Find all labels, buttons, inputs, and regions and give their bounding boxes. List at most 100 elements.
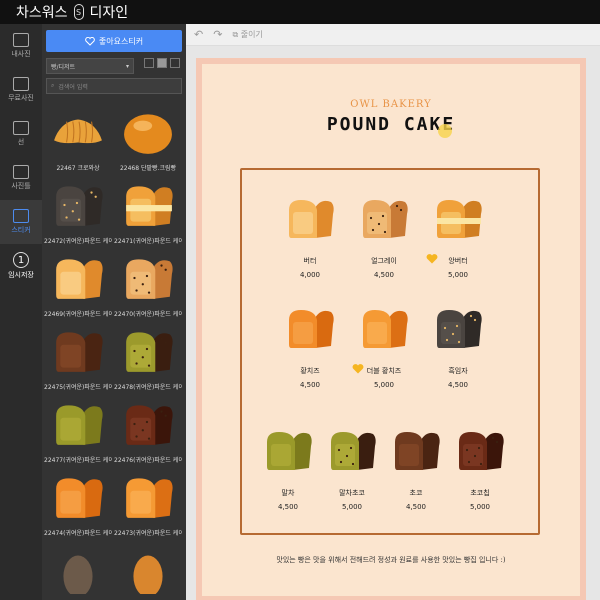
menu-item-price: 4,500: [447, 381, 469, 389]
chevron-down-icon: ▾: [125, 62, 129, 70]
sticker-thumbnail: [126, 259, 173, 299]
rail-item-5[interactable]: 1 임시저장: [0, 244, 42, 288]
rail-item-4[interactable]: 스티커: [0, 200, 42, 244]
app-title-bar: 차스워스 S 디자인: [0, 0, 600, 24]
poster-footer: 맛있는 빵은 맛을 위해서 전해드려 정성과 원료를 사용한 맛있는 빵집 입니…: [276, 556, 506, 564]
menu-item[interactable]: 앙버터 5,000: [430, 194, 486, 279]
heart-badge-icon: [352, 364, 364, 374]
sticker-item[interactable]: 22476(귀여운)파운드 케이크: [114, 398, 182, 473]
sticker-item[interactable]: 22474(귀여운)파운드 케이크: [44, 471, 112, 546]
category-select[interactable]: 빵/디저트 ▾: [46, 58, 134, 74]
poster[interactable]: OWL BAKERY POUND CAKE 버터 4,000 얼그레이 4,500 앙버…: [196, 58, 586, 600]
category-select-value: 빵/디저트: [51, 63, 76, 71]
favorite-stickers-label: 좋아요스티커: [98, 36, 144, 46]
undo-icon[interactable]: ↶: [194, 28, 203, 41]
menu-item[interactable]: 말차초코 5,000: [324, 426, 380, 511]
menu-item[interactable]: 말차 4,500: [260, 426, 316, 511]
sticker-thumbnail: [56, 259, 103, 299]
sticker-item[interactable]: 22469(귀여운)파운드 케이크: [44, 252, 112, 327]
menu-item-price: 5,000: [469, 503, 491, 511]
menu-item-price: 4,500: [299, 381, 321, 389]
sticker-caption: 22467 크로와상: [56, 165, 100, 172]
large-view-icon[interactable]: [170, 58, 180, 68]
menu-item[interactable]: 흑임자 4,500: [430, 304, 486, 389]
sticker-caption: 22474(귀여운)파운드 케이크: [44, 530, 112, 537]
sticker-item[interactable]: 22468 단팥빵.크림빵: [114, 106, 182, 181]
left-rail: 내사진무료사진선사진틀스티커 1 임시저장: [0, 24, 42, 600]
search-input[interactable]: ⌕ 검색어 입력: [46, 78, 182, 94]
menu-item-name: 더블 황치즈: [366, 367, 402, 375]
rail-item-2[interactable]: 선: [0, 112, 42, 156]
sticker-thumbnail: [133, 555, 163, 594]
sticker-thumbnail: [126, 478, 173, 518]
pound-cake-image: [363, 200, 408, 238]
rail-item-3[interactable]: 사진틀: [0, 156, 42, 200]
sticker-item[interactable]: 22473(귀여운)파운드 케이크: [114, 471, 182, 546]
list-view-icon[interactable]: [144, 58, 154, 68]
sticker-caption: 22469(귀여운)파운드 케이크: [44, 311, 112, 318]
capture-button[interactable]: ⧉ 줄이기: [232, 29, 262, 40]
pound-cake-image: [267, 432, 312, 470]
sticker-caption: 22476(귀여운)파운드 케이크: [114, 457, 182, 464]
sticker-item[interactable]: 22471(귀여운)파운드 케이크: [114, 179, 182, 254]
poster-title: POUND CAKE: [326, 114, 456, 135]
pound-cake-image: [459, 432, 504, 470]
sticker-thumbnail: [56, 478, 103, 518]
heart-icon: [85, 36, 95, 46]
menu-item[interactable]: 얼그레이 4,500: [356, 194, 412, 279]
rail-item-label: 내사진: [11, 50, 31, 58]
sticker-thumbnail: [126, 186, 173, 226]
sticker-caption: 22471(귀여운)파운드 케이크: [114, 238, 182, 245]
canvas-area: ↶ ↷ ⧉ 줄이기 OWL BAKERY POUND CAKE 버터 4,000 얼…: [186, 24, 600, 600]
sticker-item[interactable]: [114, 544, 182, 600]
pound-cake-image: [331, 432, 376, 470]
menu-item-name: 초코: [409, 489, 423, 497]
menu-item-price: 4,500: [277, 503, 299, 511]
menu-item-name: 말차초코: [339, 489, 365, 497]
rail-item-1[interactable]: 무료사진: [0, 68, 42, 112]
rail-item-label: 선: [17, 138, 25, 146]
sticker-caption: 22477(귀여운)파운드 케이크: [44, 457, 112, 464]
lines-icon: [13, 121, 29, 135]
heart-badge-icon: [426, 254, 438, 264]
search-placeholder: 검색어 입력: [58, 83, 88, 91]
frame-icon: [13, 165, 29, 179]
redo-icon[interactable]: ↷: [213, 28, 222, 41]
poster-brand: OWL BAKERY: [350, 99, 432, 110]
rail-item-label: 무료사진: [8, 94, 34, 102]
menu-item-name: 얼그레이: [371, 257, 397, 265]
sticker-thumbnail: [126, 332, 173, 372]
menu-item[interactable]: 더블 황치즈 5,000: [356, 304, 412, 389]
sticker-thumbnail: [124, 114, 172, 154]
sticker-caption: 22475(귀여운)파운드 케이크: [44, 384, 112, 391]
menu-item-price: 5,000: [447, 271, 469, 279]
rail-item-label: 임시저장: [8, 271, 34, 279]
sticker-item[interactable]: [44, 544, 112, 600]
sticker-thumbnail: [126, 405, 173, 445]
sticker-item[interactable]: 22472(귀여운)파운드 케이크: [44, 179, 112, 254]
sticker-item[interactable]: 22475(귀여운)파운드 케이크: [44, 325, 112, 400]
rail-item-0[interactable]: 내사진: [0, 24, 42, 68]
menu-item-name: 말차: [281, 489, 295, 497]
sticker-thumbnail: [56, 332, 103, 372]
rail-item-label: 사진틀: [11, 182, 31, 190]
menu-item[interactable]: 황치즈 4,500: [282, 304, 338, 389]
menu-frame: 버터 4,000 얼그레이 4,500 앙버터 5,000 황치즈 4,500 더블 황치즈 5,…: [240, 168, 540, 535]
menu-item[interactable]: 초코칩 5,000: [452, 426, 508, 511]
grid-view-icon[interactable]: [157, 58, 167, 68]
sticker-item[interactable]: 22467 크로와상: [44, 106, 112, 181]
sticker-item[interactable]: 22470(귀여운)파운드 케이크: [114, 252, 182, 327]
menu-item[interactable]: 버터 4,000: [282, 194, 338, 279]
pound-cake-image: [395, 432, 440, 470]
sticker-item[interactable]: 22477(귀여운)파운드 케이크: [44, 398, 112, 473]
number-one-icon: 1: [13, 252, 29, 268]
view-toggles: [144, 58, 180, 68]
menu-item-name: 흑임자: [448, 367, 468, 375]
sticker-item[interactable]: 22478(귀여운)파운드 케이크: [114, 325, 182, 400]
sticker-caption: 22478(귀여운)파운드 케이크: [114, 384, 182, 391]
favorite-stickers-button[interactable]: 좋아요스티커: [46, 30, 182, 52]
menu-item[interactable]: 초코 4,500: [388, 426, 444, 511]
menu-item-price: 5,000: [373, 381, 395, 389]
logo-icon: S: [73, 4, 84, 20]
menu-item-name: 버터: [303, 257, 317, 265]
